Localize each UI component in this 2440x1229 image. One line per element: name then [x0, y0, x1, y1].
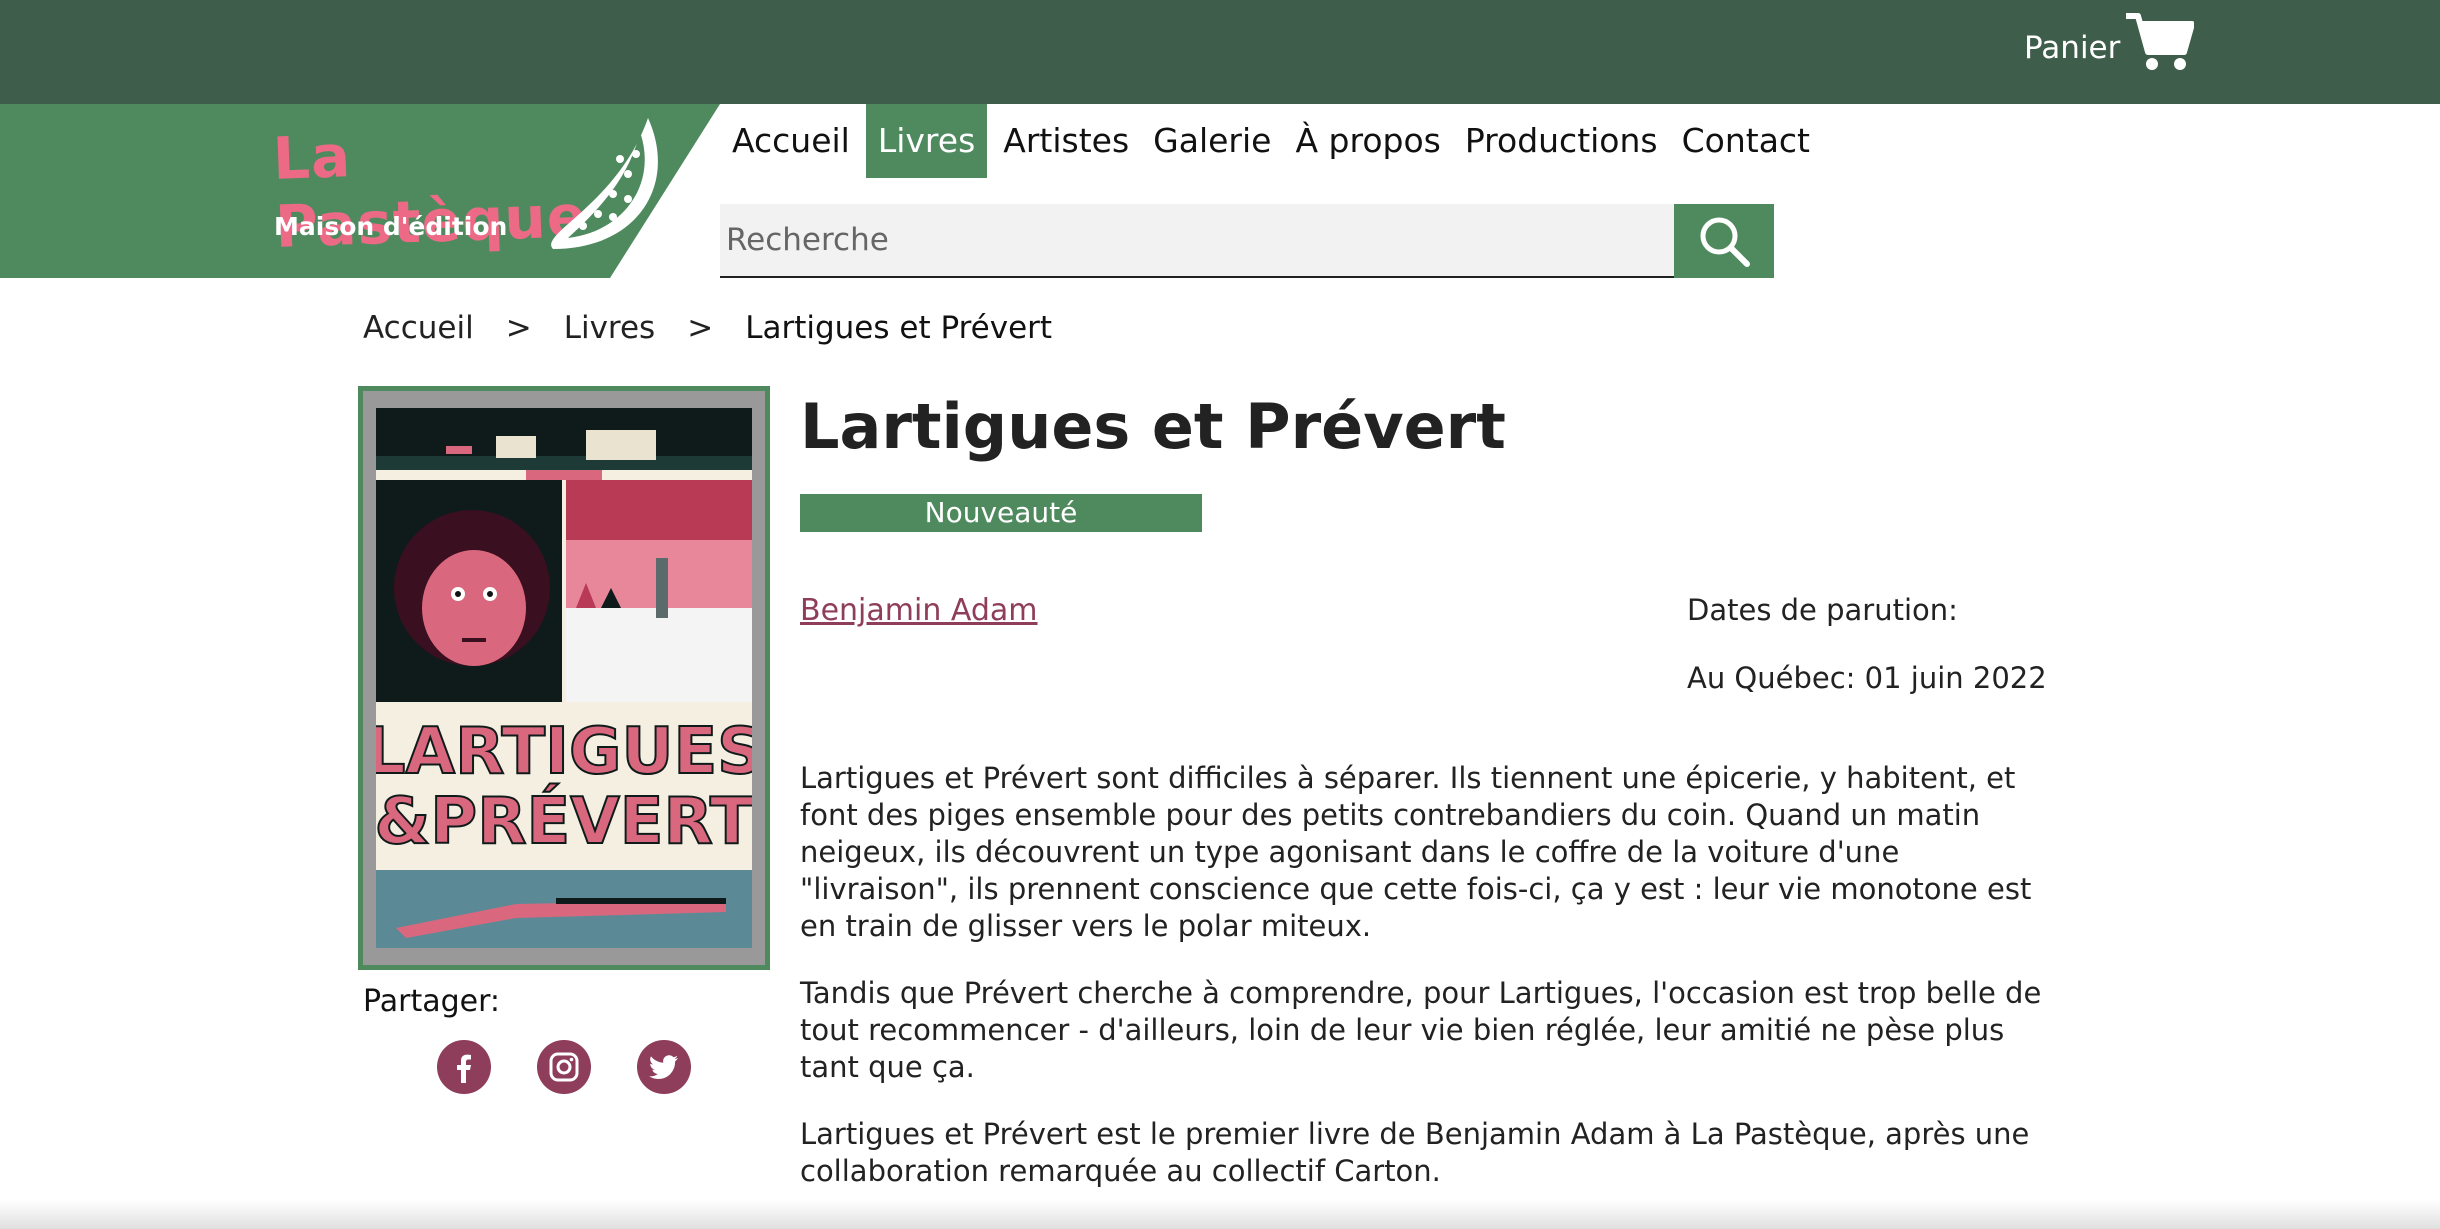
- breadcrumb-current: Lartigues et Prévert: [745, 310, 1053, 346]
- nav-item-livres[interactable]: Livres: [865, 104, 988, 178]
- search-bar: [720, 204, 1774, 278]
- facebook-share-button[interactable]: [437, 1040, 491, 1094]
- svg-text:&PRÉVERT: &PRÉVERT: [376, 783, 752, 859]
- top-bar: Panier: [0, 0, 2440, 104]
- description-paragraph: Lartigues et Prévert est le premier livr…: [800, 1117, 2030, 1188]
- watermelon-icon: [551, 118, 658, 249]
- facebook-icon: [457, 1054, 471, 1083]
- description-paragraph: Tandis que Prévert cherche à comprendre,…: [800, 976, 2042, 1084]
- nav-item-artistes[interactable]: Artistes: [991, 104, 1141, 178]
- nav-item-galerie[interactable]: Galerie: [1141, 104, 1283, 178]
- breadcrumb: Accueil > Livres > Lartigues et Prévert: [363, 310, 1052, 346]
- site-logo[interactable]: La Pastèque Maison d'édition: [268, 114, 668, 264]
- nav-item-contact[interactable]: Contact: [1670, 104, 1822, 178]
- logo-subtitle: Maison d'édition: [274, 212, 508, 241]
- nav-item-productions[interactable]: Productions: [1453, 104, 1670, 178]
- search-input[interactable]: [720, 204, 1674, 278]
- main-nav: Accueil Livres Artistes Galerie À propos…: [720, 104, 1822, 178]
- cart-button[interactable]: Panier: [2024, 12, 2195, 72]
- book-cover-frame: LARTIGUES &PRÉVERT: [358, 386, 770, 970]
- book-description: Lartigues et Prévert sont difficiles à s…: [800, 760, 2060, 1220]
- instagram-icon: [549, 1052, 579, 1082]
- cart-label: Panier: [2024, 30, 2121, 66]
- breadcrumb-accueil[interactable]: Accueil: [363, 310, 474, 346]
- twitter-share-button[interactable]: [637, 1040, 691, 1094]
- breadcrumb-livres[interactable]: Livres: [564, 310, 656, 346]
- cart-icon: [2124, 12, 2195, 72]
- book-cover-image[interactable]: LARTIGUES &PRÉVERT: [376, 408, 752, 948]
- breadcrumb-separator: >: [505, 310, 532, 346]
- book-title: Lartigues et Prévert: [800, 390, 1506, 463]
- search-button[interactable]: [1674, 204, 1774, 278]
- twitter-icon: [649, 1055, 678, 1079]
- instagram-share-button[interactable]: [537, 1040, 591, 1094]
- site-header: La Pastèque Maison d'édition Accueil Liv…: [0, 104, 2440, 278]
- breadcrumb-separator: >: [687, 310, 714, 346]
- nav-item-accueil[interactable]: Accueil: [720, 104, 862, 178]
- description-paragraph: Lartigues et Prévert sont difficiles à s…: [800, 761, 2032, 943]
- search-icon: [1700, 217, 1750, 267]
- share-label: Partager:: [363, 984, 501, 1019]
- release-date-quebec: Au Québec: 01 juin 2022: [1687, 661, 2047, 695]
- viewport-bottom-shade: [0, 1200, 2440, 1229]
- new-release-badge: Nouveauté: [800, 494, 1202, 532]
- release-dates-label: Dates de parution:: [1687, 593, 1958, 627]
- author-link[interactable]: Benjamin Adam: [800, 593, 1038, 628]
- svg-text:LARTIGUES: LARTIGUES: [376, 715, 752, 789]
- nav-item-a-propos[interactable]: À propos: [1283, 104, 1452, 178]
